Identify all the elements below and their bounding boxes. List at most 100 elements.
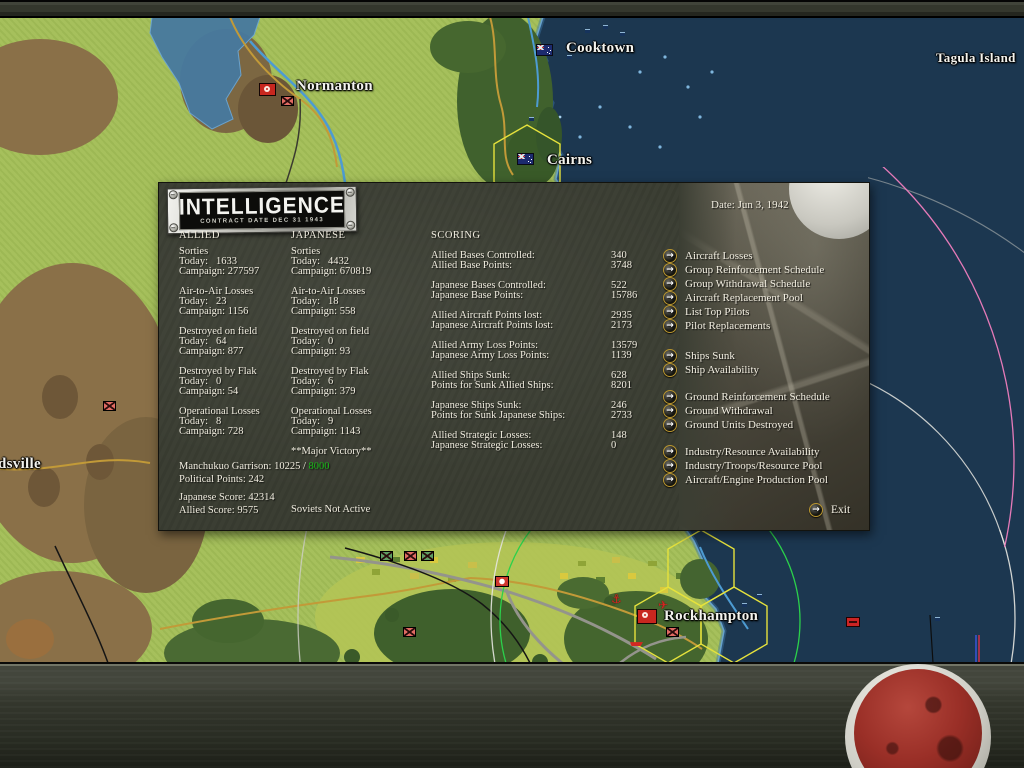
map-label-tagula-island: Tagula Island bbox=[936, 50, 1016, 65]
screw-icon bbox=[346, 220, 356, 230]
campaign-label: Campaign: bbox=[179, 426, 226, 437]
scoring-value: 15786 bbox=[611, 290, 638, 301]
campaign-label: Campaign: bbox=[291, 346, 338, 357]
menu-item-ship-availability[interactable]: → Ship Availability bbox=[663, 363, 863, 377]
screw-icon bbox=[169, 223, 179, 233]
scoring-label: Japanese Army Loss Points: bbox=[431, 350, 550, 361]
scoring-label: Points for Sunk Japanese Ships: bbox=[431, 410, 566, 421]
ship-icon[interactable] bbox=[757, 594, 762, 598]
menu-item-industry-troops-resource-pool[interactable]: → Industry/Troops/Resource Pool bbox=[663, 459, 863, 473]
menu-item-label: Aircraft/Engine Production Pool bbox=[685, 474, 828, 486]
menu-item-label: Industry/Resource Availability bbox=[685, 446, 820, 458]
allied-unit-marker[interactable] bbox=[421, 551, 434, 561]
stat-group: Destroyed on field Today: 64 Campaign: 87… bbox=[179, 326, 299, 357]
menu-item-ground-reinforcement-schedule[interactable]: → Ground Reinforcement Schedule bbox=[663, 390, 863, 404]
scoring-value: 2173 bbox=[611, 320, 632, 331]
allied-unit-marker[interactable] bbox=[380, 551, 393, 561]
japanese-score: Japanese Score: 42314 bbox=[179, 492, 275, 503]
arrow-icon: → bbox=[663, 445, 677, 459]
screw-icon bbox=[345, 187, 355, 197]
japanese-base-flag-normanton[interactable] bbox=[259, 83, 276, 96]
menu-item-ground-units-destroyed[interactable]: → Ground Units Destroyed bbox=[663, 418, 863, 432]
map-label-normanton: Normanton bbox=[296, 78, 373, 94]
menu-item-aircraft-replacement-pool[interactable]: → Aircraft Replacement Pool bbox=[663, 291, 863, 305]
scoring-label: Allied Base Points: bbox=[431, 260, 513, 271]
campaign-label: Campaign: bbox=[179, 386, 226, 397]
menu-item-pilot-replacements[interactable]: → Pilot Replacements bbox=[663, 319, 863, 333]
top-frame-bar bbox=[0, 0, 1024, 18]
japanese-unit-marker[interactable] bbox=[281, 96, 294, 106]
scoring-group: Japanese Bases Controlled: 522 Japanese B… bbox=[431, 280, 671, 301]
arrow-icon: → bbox=[809, 503, 823, 517]
ship-icon[interactable] bbox=[603, 25, 608, 29]
menu-group-ground: → Ground Reinforcement Schedule → Ground W… bbox=[663, 390, 863, 432]
screw-icon bbox=[168, 190, 178, 200]
victory-status: **Major Victory** bbox=[291, 446, 372, 457]
ship-icon[interactable] bbox=[585, 29, 590, 33]
campaign-value: 558 bbox=[339, 306, 356, 317]
campaign-label: Campaign: bbox=[291, 426, 338, 437]
scoring-group: Allied Bases Controlled: 340 Allied Base … bbox=[431, 250, 671, 271]
japanese-unit-marker[interactable] bbox=[404, 551, 417, 561]
japanese-base-flag-rockhampton[interactable] bbox=[637, 609, 657, 624]
scoring-group: Japanese Ships Sunk: 246 Points for Sunk … bbox=[431, 400, 671, 421]
scoring-value: 0 bbox=[611, 440, 617, 451]
exit-label: Exit bbox=[831, 504, 851, 516]
panel-title: INTELLIGENCE bbox=[178, 192, 346, 220]
menu-item-industry-resource-availability[interactable]: → Industry/Resource Availability bbox=[663, 445, 863, 459]
campaign-label: Campaign: bbox=[179, 306, 226, 317]
ship-icon[interactable] bbox=[935, 617, 940, 621]
campaign-value: 728 bbox=[227, 426, 244, 437]
campaign-label: Campaign: bbox=[291, 306, 338, 317]
red-orb-large-sphere bbox=[854, 669, 982, 768]
game-date: Date: Jun 3, 1942 bbox=[711, 199, 789, 211]
campaign-value: 670819 bbox=[339, 266, 372, 277]
menu-item-label: Ground Withdrawal bbox=[685, 405, 773, 417]
ship-icon[interactable] bbox=[620, 32, 625, 36]
stat-group: Air-to-Air Losses Today: 18 Campaign: 558 bbox=[291, 286, 411, 317]
campaign-value: 54 bbox=[227, 386, 239, 397]
scoring-label: Japanese Base Points: bbox=[431, 290, 524, 301]
ship-icon[interactable] bbox=[742, 603, 747, 607]
japanese-unit-marker[interactable] bbox=[103, 401, 116, 411]
allied-base-flag-cairns[interactable] bbox=[517, 153, 534, 165]
menu-item-label: Ship Availability bbox=[685, 364, 760, 376]
arrow-icon: → bbox=[663, 291, 677, 305]
soviet-status: Soviets Not Active bbox=[291, 504, 371, 515]
menu-item-aircraft-losses[interactable]: → Aircraft Losses bbox=[663, 249, 863, 263]
campaign-label: Campaign: bbox=[291, 386, 338, 397]
exit-button[interactable]: → Exit bbox=[809, 503, 850, 517]
port-anchor-icon[interactable]: ⚓ bbox=[611, 593, 622, 605]
ship-icon[interactable] bbox=[529, 117, 534, 121]
japanese-unit-marker[interactable] bbox=[666, 627, 679, 637]
menu-group-ships: → Ships Sunk → Ship Availability bbox=[663, 349, 863, 377]
scoring-value: 3748 bbox=[611, 260, 632, 271]
menu-item-label: Group Reinforcement Schedule bbox=[685, 264, 825, 276]
menu-item-label: List Top Pilots bbox=[685, 306, 750, 318]
menu-item-ships-sunk[interactable]: → Ships Sunk bbox=[663, 349, 863, 363]
menu-item-label: Group Withdrawal Schedule bbox=[685, 278, 811, 290]
stat-group: Sorties Today: 4432 Campaign: 670819 bbox=[291, 246, 411, 277]
campaign-value: 877 bbox=[227, 346, 244, 357]
scoring-header: SCORING bbox=[431, 230, 481, 241]
japanese-unit-marker[interactable] bbox=[403, 627, 416, 637]
menu-item-label: Aircraft Replacement Pool bbox=[685, 292, 803, 304]
arrow-icon: → bbox=[663, 349, 677, 363]
campaign-value: 1156 bbox=[227, 306, 249, 317]
menu-item-aircraft-engine-production-pool[interactable]: → Aircraft/Engine Production Pool bbox=[663, 473, 863, 487]
menu-item-list-top-pilots[interactable]: → List Top Pilots bbox=[663, 305, 863, 319]
arrow-icon: → bbox=[663, 459, 677, 473]
japanese-taskforce-marker[interactable] bbox=[846, 617, 860, 627]
stat-group: Operational Losses Today: 8 Campaign: 728 bbox=[179, 406, 299, 437]
garrison-summary: Manchukuo Garrison: 10225 / 8000 Politic… bbox=[179, 460, 329, 486]
japanese-army-counter[interactable] bbox=[495, 576, 509, 587]
menu-item-ground-withdrawal[interactable]: → Ground Withdrawal bbox=[663, 404, 863, 418]
map-label-cairns: Cairns bbox=[547, 152, 593, 168]
menu-item-group-reinforcement-schedule[interactable]: → Group Reinforcement Schedule bbox=[663, 263, 863, 277]
japanese-column: JAPANESE Sorties Today: 4432 Campaign: 67… bbox=[291, 230, 411, 457]
allied-base-flag-cooktown[interactable] bbox=[536, 44, 553, 56]
menu-item-group-withdrawal-schedule[interactable]: → Group Withdrawal Schedule bbox=[663, 277, 863, 291]
menu-item-label: Aircraft Losses bbox=[685, 250, 753, 262]
arrow-icon: → bbox=[663, 473, 677, 487]
map-label-rockhampton: Rockhampton bbox=[664, 608, 759, 624]
